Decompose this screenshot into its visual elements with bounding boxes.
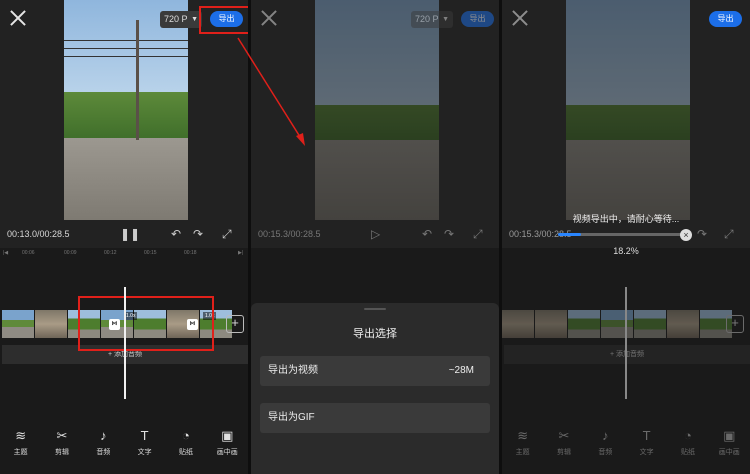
playhead[interactable] bbox=[124, 287, 126, 399]
pip-icon: ▣ bbox=[221, 428, 234, 443]
resolution-select[interactable]: 720 P ▼ bbox=[411, 11, 453, 28]
export-button[interactable]: 导出 bbox=[709, 11, 742, 27]
highlight-box bbox=[199, 6, 248, 34]
redo-icon[interactable]: ↷ bbox=[444, 227, 454, 241]
music-icon: ♪ bbox=[100, 428, 107, 443]
export-as-gif-option[interactable]: 导出为GIF bbox=[260, 403, 490, 433]
tab-pip[interactable]: ▣ 画中画 bbox=[209, 428, 245, 462]
fullscreen-icon[interactable]: ⤢ bbox=[222, 227, 232, 242]
layers-icon: ≋ bbox=[517, 428, 529, 443]
pause-icon[interactable]: ❚❚ bbox=[120, 227, 140, 241]
music-icon: ♪ bbox=[602, 428, 609, 443]
progress-fill bbox=[558, 233, 582, 236]
tab-text: T 文字 bbox=[629, 428, 665, 462]
sticker-icon: ◔ bbox=[684, 428, 692, 443]
sticker-icon: ◔ bbox=[182, 428, 190, 443]
tab-theme: ≋ 主题 bbox=[505, 428, 541, 462]
tab-sticker: ◔ 贴纸 bbox=[670, 428, 706, 462]
close-icon[interactable] bbox=[512, 10, 528, 26]
tab-edit[interactable]: ✂ 剪辑 bbox=[44, 428, 80, 462]
export-choice-panel: 720 P ▼ 导出 00:15.3/00:28.5 ▷ ↶ ↷ ⤢ 导出选择 导… bbox=[251, 0, 499, 474]
export-progress-bar bbox=[558, 233, 686, 236]
file-size: ~28M bbox=[448, 365, 474, 376]
video-preview bbox=[566, 0, 690, 220]
tab-theme[interactable]: ≋ 主题 bbox=[3, 428, 39, 462]
bottom-toolbar: ≋ 主题 ✂ 剪辑 ♪ 音频 T 文字 ◔ 贴纸 ▣ 画中画 bbox=[502, 428, 750, 462]
tab-edit: ✂ 剪辑 bbox=[546, 428, 582, 462]
cancel-export-icon[interactable]: × bbox=[680, 229, 692, 241]
resolution-select[interactable]: 720 P ▼ bbox=[160, 11, 202, 28]
preview-area bbox=[0, 0, 248, 248]
progress-percent: 18.2% bbox=[613, 246, 639, 256]
add-clip-button[interactable]: + bbox=[226, 315, 244, 333]
sheet-title: 导出选择 bbox=[353, 328, 397, 340]
fullscreen-icon[interactable]: ⤢ bbox=[473, 227, 483, 242]
undo-icon[interactable]: ↶ bbox=[422, 227, 432, 241]
tab-pip: ▣ 画中画 bbox=[711, 428, 747, 462]
highlight-box bbox=[78, 296, 214, 351]
video-preview bbox=[315, 0, 439, 220]
playback-time: 00:13.0/00:28.5 bbox=[7, 229, 70, 239]
add-clip-button: + bbox=[726, 315, 744, 333]
tab-text[interactable]: T 文字 bbox=[127, 428, 163, 462]
exporting-panel: 导出 视频导出中，请耐心等待... 00:15.3/00:28.5 × ↷ ⤢ … bbox=[502, 0, 750, 474]
text-icon: T bbox=[642, 428, 651, 443]
close-icon[interactable] bbox=[10, 10, 26, 26]
export-progress-text: 视频导出中，请耐心等待... bbox=[572, 214, 680, 224]
add-audio-button: + 添加音频 bbox=[504, 345, 750, 364]
undo-icon[interactable]: ↶ bbox=[171, 227, 181, 241]
video-preview[interactable] bbox=[64, 0, 188, 220]
pip-icon: ▣ bbox=[723, 428, 736, 443]
dropdown-caret-icon: ▼ bbox=[191, 16, 198, 23]
export-button[interactable]: 导出 bbox=[461, 11, 494, 27]
layers-icon: ≋ bbox=[15, 428, 27, 443]
scissors-icon: ✂ bbox=[56, 428, 68, 443]
tab-audio: ♪ 音频 bbox=[587, 428, 623, 462]
redo-icon[interactable]: ↷ bbox=[193, 227, 203, 241]
tab-audio[interactable]: ♪ 音频 bbox=[85, 428, 121, 462]
preview-area bbox=[502, 0, 750, 248]
sheet-handle[interactable] bbox=[364, 308, 386, 310]
tab-sticker[interactable]: ◔ 贴纸 bbox=[168, 428, 204, 462]
playhead bbox=[625, 287, 627, 399]
text-icon: T bbox=[140, 428, 149, 443]
export-as-video-option[interactable]: 导出为视频 ~28M bbox=[260, 356, 490, 386]
preview-area bbox=[251, 0, 499, 248]
scissors-icon: ✂ bbox=[558, 428, 570, 443]
redo-icon[interactable]: ↷ bbox=[697, 227, 707, 241]
editor-panel: 720 P ▼ 导出 00:13.0/00:28.5 ❚❚ ↶ ↷ ⤢ |◀ 00… bbox=[0, 0, 248, 474]
dropdown-caret-icon: ▼ bbox=[442, 16, 449, 23]
playback-time: 00:15.3/00:28.5 bbox=[258, 229, 321, 239]
time-ruler[interactable]: |◀ 00:06 00:09 00:12 00:15 00:18 ▶| bbox=[0, 248, 248, 258]
fullscreen-icon[interactable]: ⤢ bbox=[724, 227, 734, 242]
bottom-toolbar: ≋ 主题 ✂ 剪辑 ♪ 音频 T 文字 ◔ 贴纸 ▣ 画中画 bbox=[0, 428, 248, 462]
close-icon[interactable] bbox=[261, 10, 277, 26]
play-icon[interactable]: ▷ bbox=[371, 227, 380, 241]
export-options-sheet: 导出选择 导出为视频 ~28M 导出为GIF bbox=[251, 303, 499, 474]
